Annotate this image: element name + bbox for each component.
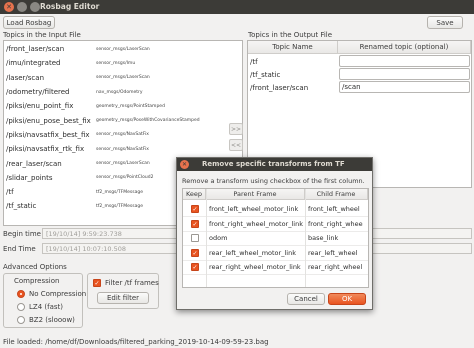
parent-frame-cell: rear_right_wheel_motor_link bbox=[209, 263, 301, 271]
renamed-topic-field[interactable] bbox=[339, 55, 470, 67]
topic-name: /slidar_points bbox=[6, 173, 53, 182]
transforms-table[interactable]: Keep Parent Frame Child Frame ✓ front_lef… bbox=[182, 188, 369, 288]
row-divider bbox=[183, 274, 368, 275]
column-header-child-frame[interactable]: Child Frame bbox=[305, 189, 368, 200]
topic-type: sensor_msgs/NavSatFix bbox=[96, 132, 149, 138]
topic-name: /piksi/navsatfix_best_fix bbox=[6, 130, 90, 139]
column-header-keep[interactable]: Keep bbox=[183, 189, 206, 200]
topic-name: /rear_laser/scan bbox=[6, 159, 62, 168]
parent-frame-cell: odom bbox=[209, 234, 228, 242]
minimize-window-icon[interactable] bbox=[17, 2, 27, 12]
output-topic-name[interactable]: /front_laser/scan bbox=[248, 81, 338, 94]
column-header-topic-name[interactable]: Topic Name bbox=[248, 41, 338, 54]
keep-checkbox[interactable]: ✓ bbox=[191, 263, 199, 271]
output-topics-label: Topics in the Output File bbox=[248, 31, 333, 39]
compression-label: Compression bbox=[14, 277, 60, 285]
window-controls: ✕ bbox=[4, 2, 40, 12]
parent-frame-cell: front_right_wheel_motor_link bbox=[209, 219, 303, 228]
topic-type: sensor_msgs/PointCloud2 bbox=[96, 175, 154, 181]
maximize-window-icon[interactable] bbox=[30, 2, 40, 12]
child-frame-cell: rear_left_wheel bbox=[308, 248, 358, 257]
topic-type: tf2_msgs/TFMessage bbox=[96, 189, 143, 195]
output-topic-name[interactable]: /tf bbox=[248, 55, 338, 68]
topic-name: /odometry/filtered bbox=[6, 88, 70, 97]
parent-frame-cell: rear_left_wheel_motor_link bbox=[209, 248, 296, 257]
child-frame-cell: front_right_whee bbox=[308, 219, 363, 228]
window-title: Rosbag Editor bbox=[40, 2, 100, 11]
topic-row[interactable]: /imu/integrated sensor_msgs/Imu bbox=[4, 56, 242, 70]
topic-type: sensor_msgs/LaserScan bbox=[96, 46, 150, 52]
begin-time-label: Begin time bbox=[3, 230, 41, 238]
filter-tf-checkbox[interactable]: ✓ bbox=[93, 279, 101, 287]
dialog-close-icon[interactable]: ✕ bbox=[180, 160, 189, 169]
topic-name: /tf_static bbox=[6, 202, 37, 211]
cancel-button[interactable]: Cancel bbox=[287, 293, 325, 305]
compression-group: Compression No Compression LZ4 (fast) BZ… bbox=[3, 273, 86, 328]
topic-type: sensor_msgs/LaserScan bbox=[96, 161, 150, 167]
topic-name: /tf bbox=[6, 188, 14, 197]
topic-row[interactable]: /piksi/enu_point_fix geometry_msgs/PointS… bbox=[4, 99, 242, 113]
child-frame-cell: rear_right_wheel bbox=[308, 263, 363, 271]
no-compression-radio[interactable] bbox=[17, 290, 25, 298]
filter-tf-label[interactable]: Filter /tf frames bbox=[105, 279, 159, 287]
lz4-option-label[interactable]: LZ4 (fast) bbox=[29, 303, 63, 311]
remove-topic-button[interactable]: << bbox=[229, 139, 243, 151]
keep-checkbox[interactable]: ✓ bbox=[191, 205, 199, 213]
child-frame-cell: front_left_wheel bbox=[308, 205, 360, 213]
ok-button[interactable]: OK bbox=[328, 293, 366, 305]
topic-row[interactable]: /laser/scan sensor_msgs/LaserScan bbox=[4, 71, 242, 85]
topic-type: tf2_msgs/TFMessage bbox=[96, 203, 143, 209]
output-topic-name[interactable]: /tf_static bbox=[248, 68, 338, 81]
topic-name: /piksi/navsatfix_rtk_fix bbox=[6, 145, 85, 154]
dialog-title: Remove specific transforms from TF bbox=[202, 160, 345, 168]
add-topic-button[interactable]: >> bbox=[229, 123, 243, 135]
child-frame-cell: base_link bbox=[308, 234, 339, 242]
status-bar-text: File loaded: /home/df/Downloads/filtered… bbox=[3, 338, 269, 346]
topic-row[interactable]: /front_laser/scan sensor_msgs/LaserScan bbox=[4, 42, 242, 56]
keep-checkbox[interactable]: ✓ bbox=[191, 248, 199, 257]
column-header-renamed-topic[interactable]: Renamed topic (optional) bbox=[338, 41, 471, 54]
edit-filter-button[interactable]: Edit filter bbox=[97, 292, 149, 304]
window-titlebar: ✕ Rosbag Editor bbox=[0, 0, 474, 14]
bz2-radio[interactable] bbox=[17, 316, 25, 324]
save-button[interactable]: Save bbox=[427, 16, 463, 29]
lz4-radio[interactable] bbox=[17, 303, 25, 311]
topic-type: geometry_msgs/PointStamped bbox=[96, 103, 165, 109]
topic-row[interactable]: /odometry/filtered nav_msgs/Odometry bbox=[4, 85, 242, 99]
close-window-icon[interactable]: ✕ bbox=[4, 2, 14, 12]
filter-tf-group: ✓ Filter /tf frames Edit filter bbox=[87, 273, 159, 309]
topic-type: sensor_msgs/LaserScan bbox=[96, 75, 150, 81]
keep-checkbox[interactable] bbox=[191, 234, 199, 242]
column-header-parent-frame[interactable]: Parent Frame bbox=[206, 189, 305, 200]
parent-frame-cell: front_left_wheel_motor_link bbox=[209, 205, 299, 213]
end-time-label: End Time bbox=[3, 245, 36, 253]
topic-row[interactable]: /piksi/navsatfix_best_fix sensor_msgs/Nav… bbox=[4, 128, 242, 142]
no-compression-option-label[interactable]: No Compression bbox=[29, 290, 86, 298]
renamed-topic-field[interactable] bbox=[339, 68, 470, 80]
input-topics-label: Topics in the Input File bbox=[3, 31, 81, 39]
topic-name: /piksi/enu_point_fix bbox=[6, 102, 74, 111]
topic-name: /laser/scan bbox=[6, 73, 45, 82]
topic-type: sensor_msgs/NavSatFix bbox=[96, 146, 149, 152]
renamed-topic-field[interactable]: /scan bbox=[339, 81, 470, 93]
topic-row[interactable]: /piksi/enu_pose_best_fix geometry_msgs/Po… bbox=[4, 114, 242, 128]
topic-name: /imu/integrated bbox=[6, 59, 61, 68]
topic-type: geometry_msgs/PoseWithCovarianceStamped bbox=[96, 118, 200, 124]
dialog-instruction: Remove a transform using checkbox of the… bbox=[182, 177, 365, 185]
column-divider bbox=[305, 189, 306, 287]
keep-checkbox[interactable]: ✓ bbox=[191, 219, 199, 228]
dialog-titlebar: ✕ Remove specific transforms from TF bbox=[177, 158, 372, 171]
topic-name: /piksi/enu_pose_best_fix bbox=[6, 116, 91, 125]
topic-name: /front_laser/scan bbox=[6, 45, 65, 54]
bz2-option-label[interactable]: BZ2 (slooow) bbox=[29, 316, 75, 324]
topic-row[interactable]: /piksi/navsatfix_rtk_fix sensor_msgs/NavS… bbox=[4, 142, 242, 156]
remove-transforms-dialog: ✕ Remove specific transforms from TF Rem… bbox=[176, 157, 373, 310]
topic-type: sensor_msgs/Imu bbox=[96, 60, 136, 66]
column-divider bbox=[206, 189, 207, 287]
topic-type: nav_msgs/Odometry bbox=[96, 89, 143, 95]
advanced-options-label: Advanced Options bbox=[3, 263, 67, 271]
load-rosbag-button[interactable]: Load Rosbag bbox=[3, 16, 55, 29]
